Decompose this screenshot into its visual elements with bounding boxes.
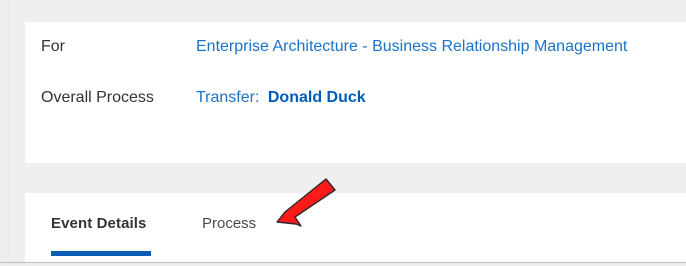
overall-process-field-row: Overall Process Transfer: Donald Duck <box>41 86 686 110</box>
event-summary-card: For Enterprise Architecture - Business R… <box>25 22 686 163</box>
page-content: For Enterprise Architecture - Business R… <box>9 0 686 262</box>
overall-process-value-link[interactable]: Transfer: Donald Duck <box>196 89 366 107</box>
tab-process[interactable]: Process <box>202 214 256 234</box>
tabs-card: Event Details Process <box>25 193 686 262</box>
bottom-divider <box>0 262 686 263</box>
transfer-prefix: Transfer: <box>196 89 260 106</box>
active-tab-indicator <box>51 251 151 256</box>
red-arrow-icon <box>276 178 336 227</box>
tab-event-details[interactable]: Event Details <box>51 214 147 234</box>
for-label: For <box>41 38 65 55</box>
worker-name-link[interactable]: Donald Duck <box>268 89 366 106</box>
for-field-row: For Enterprise Architecture - Business R… <box>41 35 686 59</box>
overall-process-label: Overall Process <box>41 89 154 106</box>
for-value-link[interactable]: Enterprise Architecture - Business Relat… <box>196 38 627 56</box>
